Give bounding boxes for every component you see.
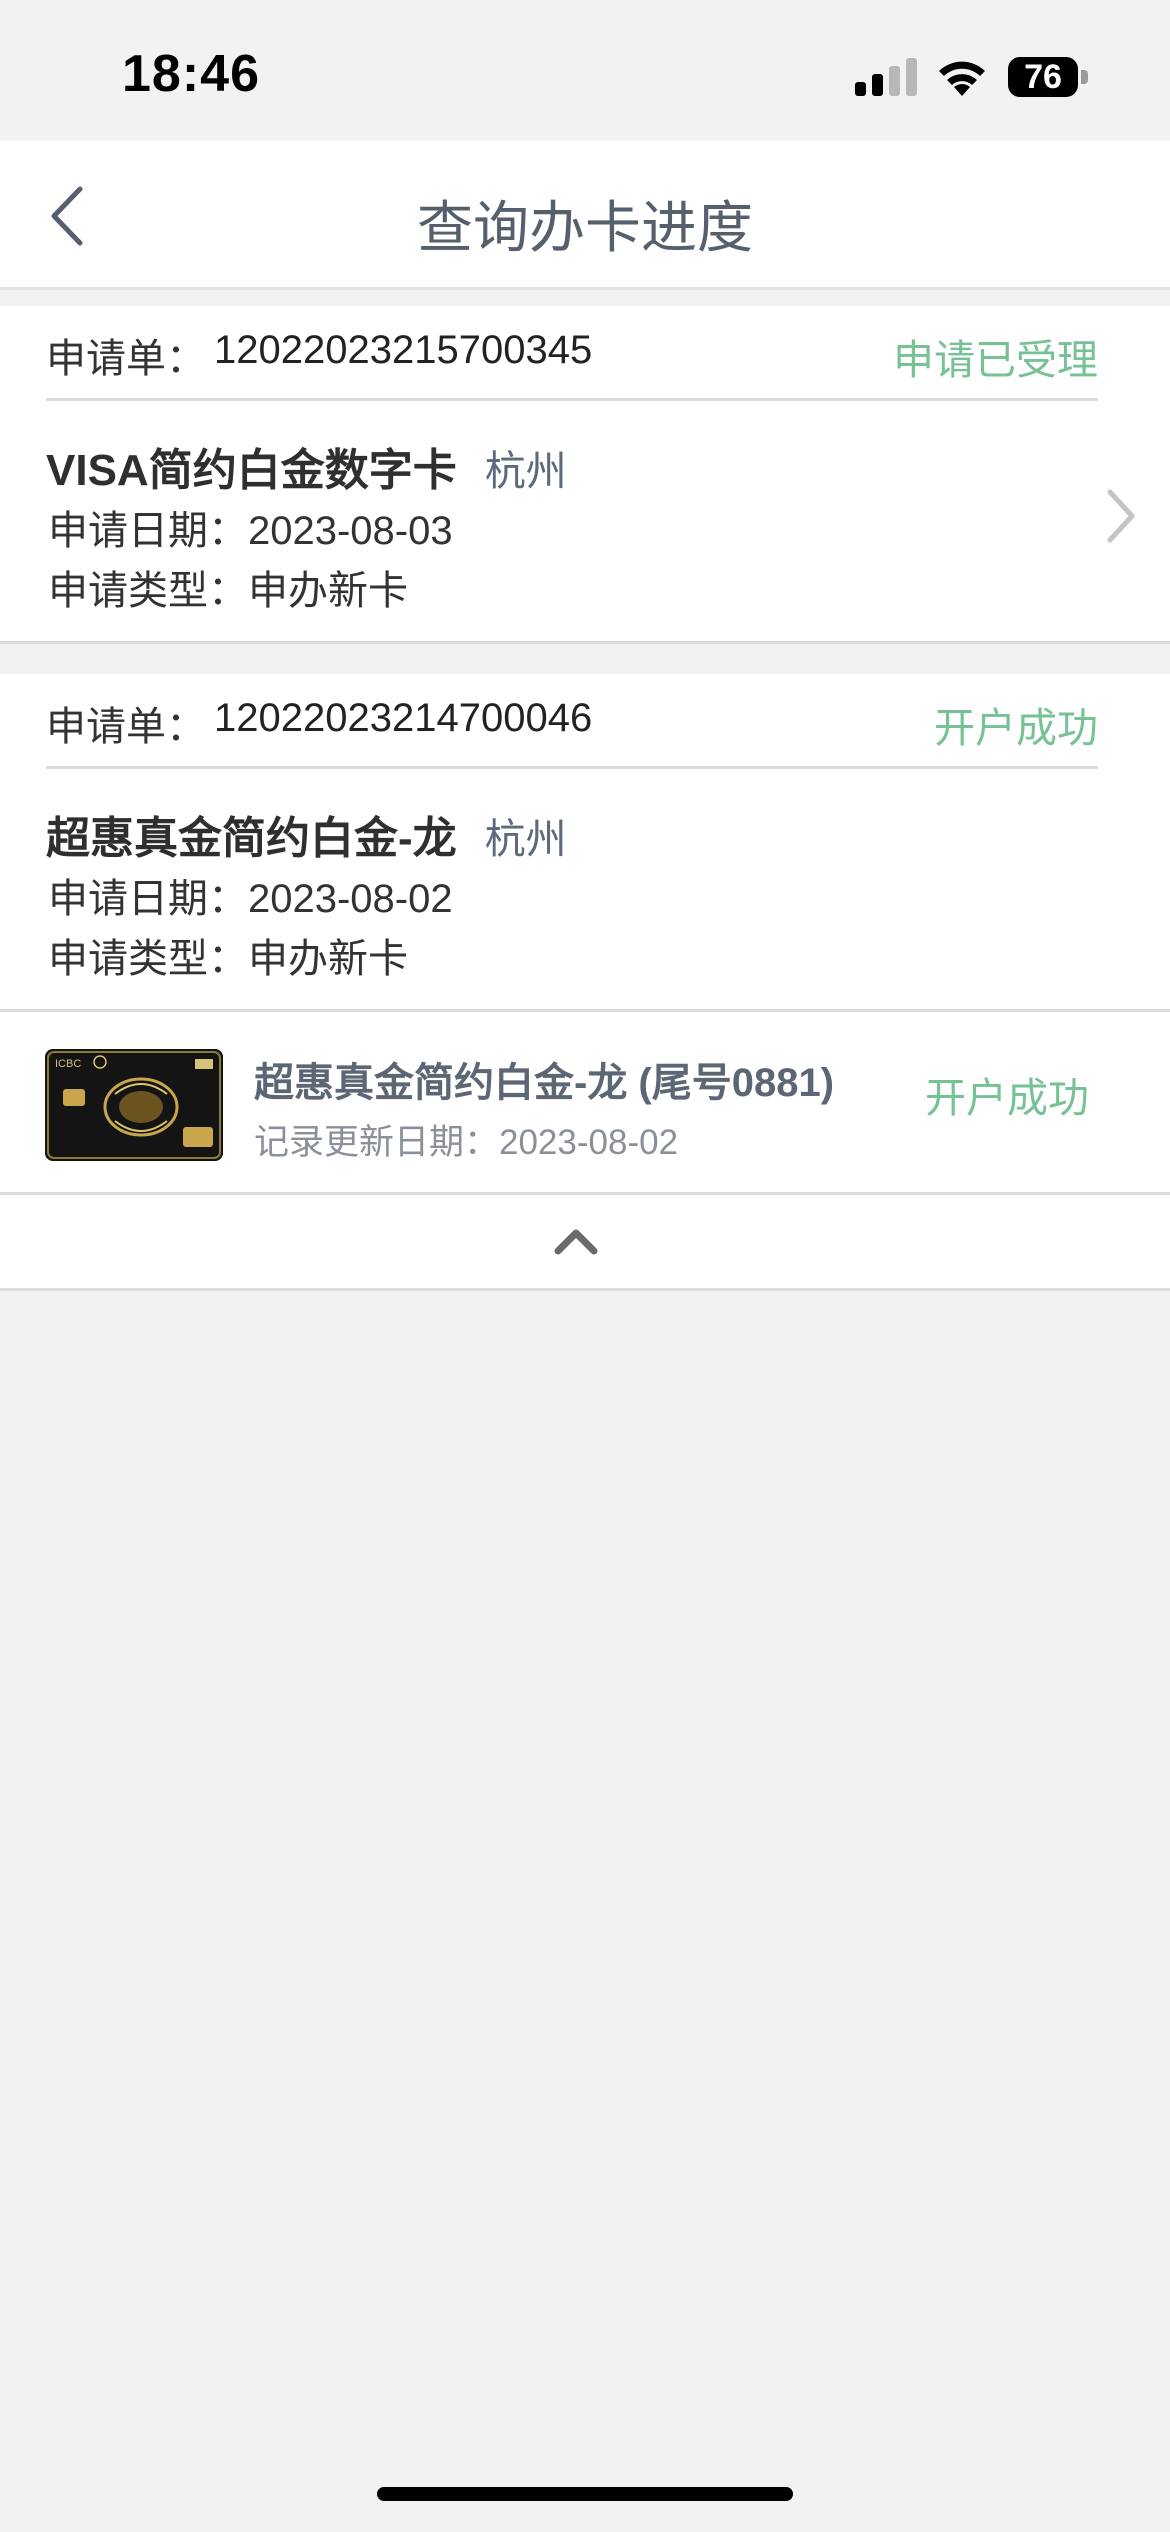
issued-card-name: 超惠真金简约白金-龙 (尾号0881) — [254, 1061, 835, 1105]
record-update-date: 记录更新日期：2023-08-02 — [254, 1123, 679, 1162]
order-label: 申请单： — [46, 705, 206, 749]
order-number: 12022023214700046 — [214, 696, 593, 740]
card-product-name: VISA简约白金数字卡 杭州 — [46, 434, 567, 498]
application-date: 申请日期：2023-08-03 — [48, 509, 453, 553]
order-number: 12022023215700345 — [214, 328, 593, 372]
divider — [46, 766, 1098, 769]
status-bar: 18:46 76 — [0, 0, 1170, 140]
city-label: 杭州 — [484, 816, 567, 862]
application-card[interactable]: 申请单： 12022023214700046 开户成功 超惠真金简约白金-龙 杭州… — [0, 674, 1170, 1012]
card-product-name: 超惠真金简约白金-龙 杭州 — [46, 802, 567, 866]
status-time: 18:46 — [122, 45, 260, 103]
cellular-signal-icon — [855, 58, 917, 96]
chevron-up-icon[interactable] — [552, 1221, 600, 1261]
order-row: 申请单： 12022023215700345 申请已受理 — [46, 326, 1098, 392]
card-thumbnail: ICBC — [45, 1049, 223, 1161]
application-date: 申请日期：2023-08-02 — [48, 877, 453, 921]
status-badge: 申请已受理 — [893, 337, 1098, 383]
card-name-text: VISA简约白金数字卡 — [46, 446, 457, 495]
card-brand-text: ICBC — [55, 1058, 81, 1070]
order-row: 申请单： 12022023214700046 开户成功 — [46, 694, 1098, 760]
chevron-right-icon[interactable] — [1100, 486, 1140, 546]
status-badge: 开户成功 — [934, 705, 1098, 751]
page-title: 查询办卡进度 — [417, 196, 753, 259]
issued-card-row[interactable]: ICBC 超惠真金简约白金-龙 (尾号0881) 记录更新日期：2023-08-… — [0, 1012, 1170, 1195]
wifi-icon — [939, 61, 985, 96]
battery-level: 76 — [1024, 58, 1062, 96]
order-label: 申请单： — [46, 337, 206, 381]
application-type: 申请类型：申办新卡 — [48, 569, 408, 613]
collapse-toggle[interactable] — [0, 1195, 1170, 1291]
status-badge: 开户成功 — [925, 1075, 1089, 1121]
application-type: 申请类型：申办新卡 — [48, 937, 408, 981]
battery-icon: 76 — [1008, 57, 1090, 97]
home-indicator — [377, 2487, 793, 2501]
card-name-text: 超惠真金简约白金-龙 — [46, 814, 457, 863]
navigation-bar: 查询办卡进度 — [0, 141, 1170, 290]
divider — [46, 398, 1098, 401]
city-label: 杭州 — [484, 448, 567, 494]
application-card[interactable]: 申请单： 12022023215700345 申请已受理 VISA简约白金数字卡… — [0, 306, 1170, 644]
